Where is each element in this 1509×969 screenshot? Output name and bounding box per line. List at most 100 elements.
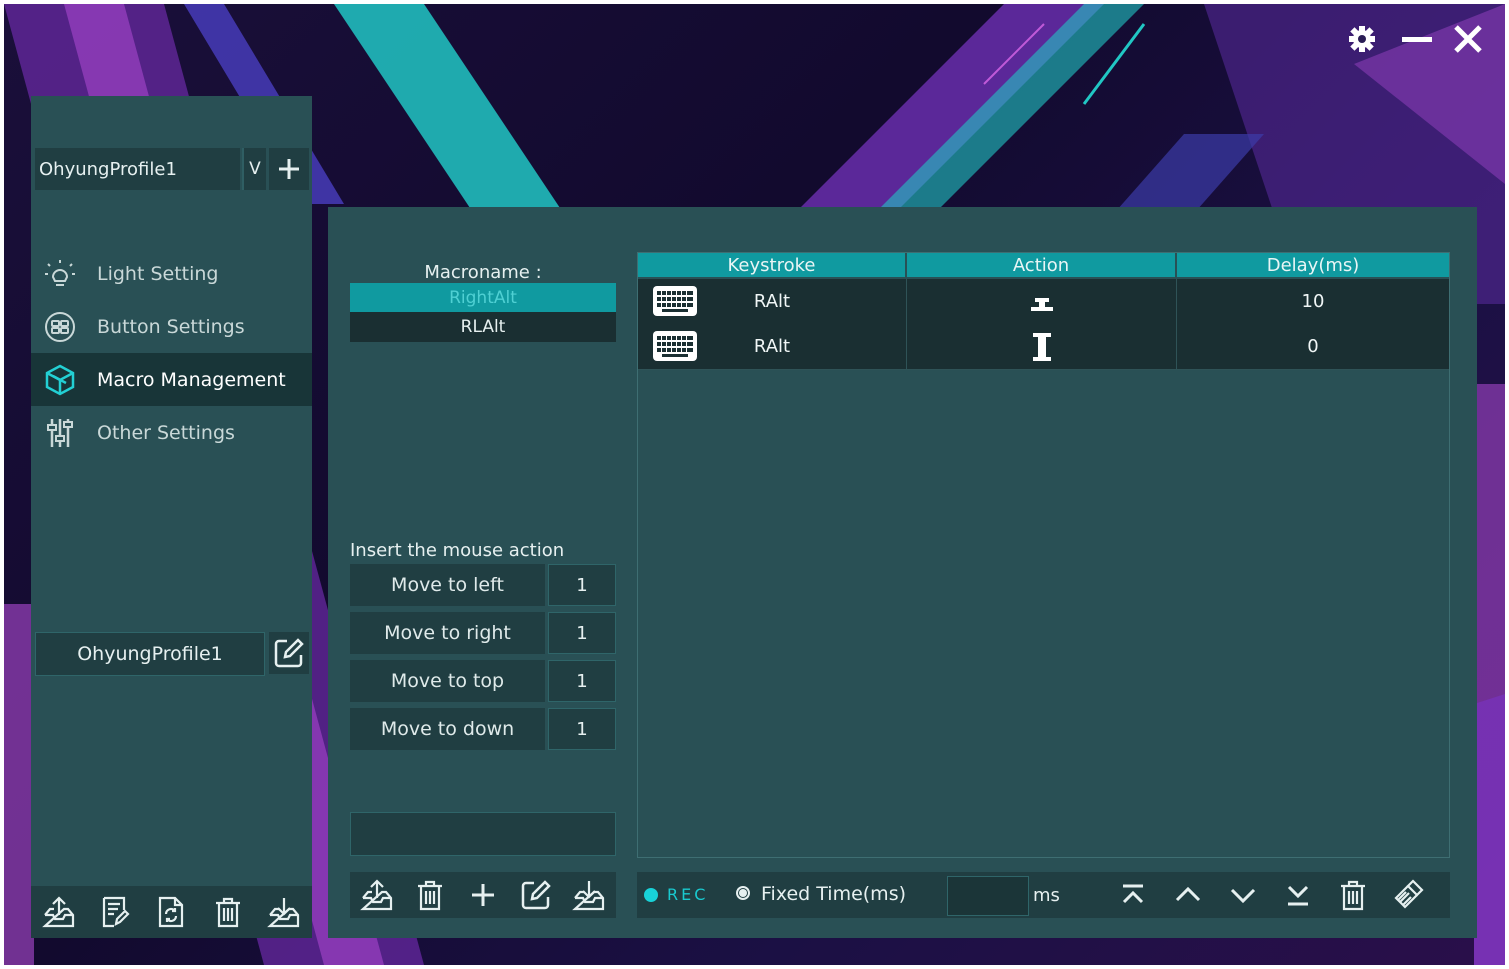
close-button[interactable]	[1451, 22, 1485, 56]
nav-macro-management[interactable]: Macro Management	[31, 353, 312, 406]
keyboard-icon	[653, 286, 697, 316]
move-up-button[interactable]	[1168, 875, 1208, 915]
sliders-icon	[43, 416, 77, 450]
column-header-delay: Delay(ms)	[1177, 253, 1449, 277]
clear-icon	[1394, 879, 1424, 909]
record-indicator[interactable]	[644, 888, 658, 902]
action-cell	[907, 324, 1177, 369]
move-left-amount[interactable]: 1	[548, 564, 616, 606]
nav-button-settings[interactable]: Button Settings	[31, 300, 312, 353]
key-up-icon	[1030, 297, 1053, 311]
settings-button[interactable]	[1345, 22, 1379, 56]
move-top-amount[interactable]: 1	[548, 660, 616, 702]
table-row[interactable]: RAlt 10	[638, 279, 1449, 325]
add-profile-button[interactable]	[269, 148, 309, 190]
minus-icon	[1402, 37, 1432, 42]
macroname-label: Macroname :	[424, 262, 542, 283]
delete-icon	[215, 897, 240, 928]
macro-list-item[interactable]: RLAlt	[350, 312, 616, 341]
cube-icon	[43, 363, 77, 397]
move-down-button[interactable]	[1223, 875, 1263, 915]
notes-icon	[103, 896, 130, 928]
move-down-icon	[1230, 888, 1256, 904]
table-row[interactable]: RAlt 0	[638, 324, 1449, 370]
nav-label: Other Settings	[97, 421, 235, 444]
gamepad-buttons-icon	[43, 310, 77, 344]
mouse-action-row: Move to right 1	[350, 612, 616, 654]
nav-other-settings[interactable]: Other Settings	[31, 406, 312, 459]
add-macro-button[interactable]	[463, 875, 503, 915]
reset-profile-button[interactable]	[151, 892, 191, 932]
move-top-button[interactable]: Move to top	[350, 660, 545, 702]
import-macro-button[interactable]	[569, 875, 609, 915]
fixed-time-label: Fixed Time(ms)	[761, 883, 907, 905]
edit-profile-name-button[interactable]	[269, 632, 309, 674]
macro-name-input[interactable]	[350, 812, 616, 856]
delete-event-button[interactable]	[1333, 875, 1373, 915]
move-top-icon	[1122, 884, 1144, 904]
delete-profile-button[interactable]	[208, 892, 248, 932]
move-left-button[interactable]: Move to left	[350, 564, 545, 606]
edit-icon	[274, 638, 304, 668]
nav-label: Light Setting	[97, 262, 219, 285]
export-profile-button[interactable]	[39, 892, 79, 932]
profile-select[interactable]: OhyungProfile1	[35, 148, 240, 190]
record-toolbar: REC Fixed Time(ms) ms	[637, 872, 1450, 918]
delete-icon	[417, 880, 442, 911]
mouse-action-row: Move to down 1	[350, 708, 616, 750]
keyboard-icon	[653, 331, 697, 361]
keystroke-text: RAlt	[753, 291, 791, 312]
macro-list-toolbar	[350, 872, 616, 918]
clear-events-button[interactable]	[1388, 875, 1428, 915]
profile-name-field[interactable]: OhyungProfile1	[35, 632, 265, 676]
delete-icon	[1341, 880, 1365, 911]
table-header: Keystroke Action Delay(ms)	[638, 253, 1449, 277]
delay-cell: 10	[1301, 291, 1325, 312]
add-icon	[471, 884, 494, 906]
record-label[interactable]: REC	[667, 885, 708, 904]
sidebar-footer	[31, 886, 312, 938]
app-window: OhyungProfile1 V Light Setting Button Se…	[4, 4, 1505, 965]
mouse-action-row: Move to left 1	[350, 564, 616, 606]
import-icon	[266, 898, 299, 928]
macro-list-item[interactable]: RightAlt	[350, 283, 616, 312]
move-up-icon	[1175, 886, 1201, 902]
column-header-action: Action	[907, 253, 1177, 277]
nav-label: Button Settings	[97, 315, 245, 338]
delay-cell: 0	[1307, 336, 1319, 357]
nav-label: Macro Management	[97, 368, 286, 391]
macro-events-table: Keystroke Action Delay(ms) RAlt 10 RAlt	[637, 252, 1450, 858]
nav-light-setting[interactable]: Light Setting	[31, 247, 312, 300]
reset-file-icon	[159, 896, 184, 928]
move-bottom-icon	[1287, 885, 1309, 906]
move-down-button[interactable]: Move to down	[350, 708, 545, 750]
import-profile-button[interactable]	[264, 892, 304, 932]
move-right-amount[interactable]: 1	[548, 612, 616, 654]
plus-icon	[279, 159, 299, 179]
move-to-bottom-button[interactable]	[1278, 875, 1318, 915]
keystroke-text: RAlt	[753, 336, 791, 357]
delete-macro-button[interactable]	[410, 875, 450, 915]
sidebar: OhyungProfile1 V Light Setting Button Se…	[31, 96, 312, 938]
profile-dropdown-button[interactable]: V	[242, 148, 266, 190]
move-down-amount[interactable]: 1	[548, 708, 616, 750]
fixed-time-radio[interactable]	[736, 886, 750, 900]
keystroke-cell: RAlt	[638, 279, 907, 324]
key-down-icon	[1032, 332, 1051, 361]
notes-button[interactable]	[95, 892, 135, 932]
export-icon	[42, 896, 75, 928]
fixed-time-input[interactable]	[947, 876, 1029, 916]
edit-macro-button[interactable]	[516, 875, 556, 915]
close-x-icon	[1454, 25, 1482, 53]
move-to-top-button[interactable]	[1113, 875, 1153, 915]
macro-panel: Macroname : RightAlt RLAlt Insert the mo…	[328, 207, 1477, 938]
mouse-action-title: Insert the mouse action	[350, 540, 565, 561]
move-right-button[interactable]: Move to right	[350, 612, 545, 654]
minimize-button[interactable]	[1400, 22, 1434, 56]
import-icon	[572, 881, 605, 911]
export-macro-button[interactable]	[357, 875, 397, 915]
column-header-keystroke: Keystroke	[638, 253, 907, 277]
action-cell	[907, 279, 1177, 324]
profile-select-value: OhyungProfile1	[39, 158, 177, 180]
macro-list: RightAlt RLAlt	[350, 283, 616, 342]
